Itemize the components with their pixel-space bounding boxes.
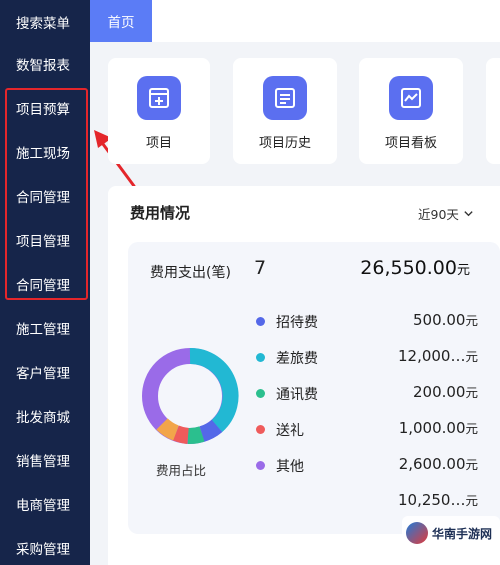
expense-donut-chart	[142, 347, 239, 445]
summary-total: 26,550.00元	[360, 257, 470, 279]
watermark: 华南手游网	[402, 516, 500, 550]
expense-amount: 200.00元	[413, 382, 478, 401]
expense-row: 通讯费 200.00元	[256, 381, 478, 407]
quick-card-project[interactable]: 项目	[108, 58, 210, 164]
list-document-icon	[263, 76, 307, 120]
legend-dot	[256, 317, 265, 326]
expense-name: 通讯费	[276, 387, 318, 403]
sidebar-item-purchase-management[interactable]: 采购管理	[0, 526, 90, 565]
highlight-box	[5, 88, 88, 300]
tab-home[interactable]: 首页	[90, 0, 152, 42]
expense-amount-value: 12,000…	[397, 347, 466, 365]
expense-amount-unit: 元	[465, 385, 478, 400]
expense-amount-unit: 元	[465, 349, 478, 364]
expense-summary-card: 费用支出(笔) 7 26,550.00元 费用占比 招待费 500.00元 差旅…	[128, 242, 500, 534]
tab-home-label: 首页	[107, 15, 135, 31]
donut-segment-songli	[172, 425, 190, 444]
sidebar-item-label: 客户管理	[16, 366, 70, 382]
add-document-icon	[137, 76, 181, 120]
quick-card-partial[interactable]	[486, 58, 500, 164]
legend-dot	[256, 425, 265, 434]
quick-card-label: 项目	[145, 136, 172, 151]
donut-segment-zhaodai	[199, 419, 223, 442]
watermark-text: 华南手游网	[432, 526, 493, 541]
sidebar-item-customer-management[interactable]: 客户管理	[0, 350, 90, 394]
sidebar: 搜索菜单 数智报表 项目预算 施工现场 合同管理 项目管理 合同管理 施工管理 …	[0, 0, 90, 565]
summary-total-unit: 元	[456, 263, 470, 278]
sidebar-item-smart-reports[interactable]: 数智报表	[0, 42, 90, 86]
expense-row: 差旅费 12,000…元	[256, 345, 478, 371]
donut-segment-chailv	[189, 347, 239, 432]
donut-segment-orange	[156, 418, 180, 441]
expense-name: 其他	[276, 459, 304, 475]
sidebar-item-construction-management[interactable]: 施工管理	[0, 306, 90, 350]
expense-amount: 12,000…元	[398, 346, 478, 365]
quick-card-label: 项目看板	[384, 136, 437, 151]
panel-title: 费用情况	[130, 204, 191, 222]
chevron-down-icon	[464, 211, 473, 217]
expense-amount-value: 10,250…	[397, 491, 466, 509]
expense-amount-unit: 元	[465, 493, 478, 508]
expense-amount-value: 1,000.00	[398, 419, 466, 437]
chart-board-icon	[389, 76, 433, 120]
watermark-logo-icon	[406, 522, 428, 544]
date-range-value: 近90天	[418, 207, 459, 222]
expense-panel: 费用情况 近90天 费用支出(笔) 7 26,550.00元 费用占比 招待费 …	[108, 186, 500, 565]
sidebar-item-label: 采购管理	[16, 542, 70, 558]
expense-amount: 1,000.00元	[399, 418, 478, 437]
expense-row: 招待费 500.00元	[256, 309, 478, 335]
legend-dot	[256, 389, 265, 398]
sidebar-item-label: 电商管理	[16, 498, 70, 514]
sidebar-item-sales-management[interactable]: 销售管理	[0, 438, 90, 482]
expense-amount-value: 2,600.00	[398, 455, 466, 473]
sidebar-item-label: 施工管理	[16, 322, 70, 338]
sidebar-item-wholesale-mall[interactable]: 批发商城	[0, 394, 90, 438]
expense-amount: 500.00元	[413, 310, 478, 329]
expense-row: 其他 2,600.00元	[256, 453, 478, 479]
summary-total-value: 26,550.00	[360, 257, 457, 279]
expense-amount-unit: 元	[465, 313, 478, 328]
sidebar-item-label: 批发商城	[16, 410, 70, 426]
quick-card-label: 项目历史	[258, 136, 311, 151]
summary-label: 费用支出(笔)	[150, 265, 231, 281]
expense-amount-unit: 元	[465, 457, 478, 472]
quick-card-project-board[interactable]: 项目看板	[359, 58, 463, 164]
sidebar-item-search-menu[interactable]: 搜索菜单	[0, 0, 90, 44]
expense-name: 招待费	[276, 315, 318, 331]
chart-caption: 费用占比	[156, 463, 207, 478]
expense-amount: 2,600.00元	[399, 454, 478, 473]
expense-amount-unit: 元	[465, 421, 478, 436]
expense-amount: 10,250…元	[398, 490, 478, 509]
top-bar: 首页	[90, 0, 500, 42]
expense-amount-value: 200.00	[412, 383, 466, 401]
sidebar-item-ecommerce-management[interactable]: 电商管理	[0, 482, 90, 526]
expense-name: 送礼	[276, 423, 304, 439]
legend-dot	[256, 461, 265, 470]
summary-count: 7	[254, 257, 267, 279]
expense-amount-value: 500.00	[412, 311, 466, 329]
expense-name: 差旅费	[276, 351, 318, 367]
quick-card-project-history[interactable]: 项目历史	[233, 58, 337, 164]
sidebar-item-label: 销售管理	[16, 454, 70, 470]
expense-row: 10,250…元	[256, 489, 478, 515]
expense-row: 送礼 1,000.00元	[256, 417, 478, 443]
sidebar-item-label: 数智报表	[16, 58, 70, 74]
donut-segment-tongxun	[187, 426, 205, 445]
sidebar-item-label: 搜索菜单	[16, 16, 70, 32]
date-range-select[interactable]: 近90天	[418, 204, 474, 223]
legend-dot	[256, 353, 265, 362]
